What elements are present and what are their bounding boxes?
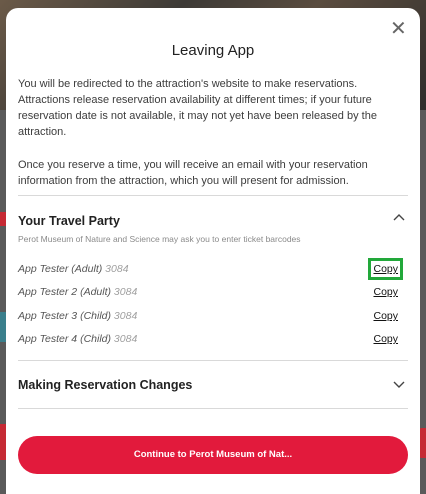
party-member-row: App Tester 4 (Child) 3084 Copy xyxy=(18,333,408,349)
divider xyxy=(18,195,408,196)
copy-button[interactable]: Copy xyxy=(373,333,398,345)
reservation-changes-title[interactable]: Making Reservation Changes xyxy=(18,378,192,392)
divider xyxy=(18,360,408,361)
member-code: 3084 xyxy=(113,333,138,345)
party-member-row: App Tester (Adult) 3084 Copy xyxy=(18,258,408,280)
close-icon[interactable]: ✕ xyxy=(390,19,407,39)
modal-title: Leaving App xyxy=(171,42,255,59)
member-code: 3084 xyxy=(105,263,129,275)
chevron-up-icon[interactable] xyxy=(392,210,406,224)
continue-button[interactable]: Continue to Perot Museum of Nat... xyxy=(18,436,408,474)
member-name: App Tester 2 (Adult) xyxy=(18,286,111,298)
divider xyxy=(18,408,408,409)
party-member-row: App Tester 2 (Adult) 3084 Copy xyxy=(18,286,408,302)
member-code: 3084 xyxy=(113,286,138,298)
copy-button[interactable]: Copy xyxy=(373,310,398,322)
member-name: App Tester (Adult) xyxy=(18,263,103,275)
travel-party-subtitle: Perot Museum of Nature and Science may a… xyxy=(18,234,301,244)
travel-party-title[interactable]: Your Travel Party xyxy=(18,214,120,228)
member-name: App Tester 3 (Child) xyxy=(18,310,111,322)
email-info-text: Once you reserve a time, you will receiv… xyxy=(18,159,368,187)
leaving-app-modal: ✕ Leaving App You will be redirected to … xyxy=(6,8,420,494)
party-member-row: App Tester 3 (Child) 3084 Copy xyxy=(18,310,408,326)
copy-button[interactable]: Copy xyxy=(373,286,398,298)
member-name: App Tester 4 (Child) xyxy=(18,333,111,345)
redirect-info-text: You will be redirected to the attraction… xyxy=(18,78,377,138)
chevron-down-icon[interactable] xyxy=(392,378,406,392)
copy-button[interactable]: Copy xyxy=(368,258,403,280)
member-code: 3084 xyxy=(113,310,138,322)
